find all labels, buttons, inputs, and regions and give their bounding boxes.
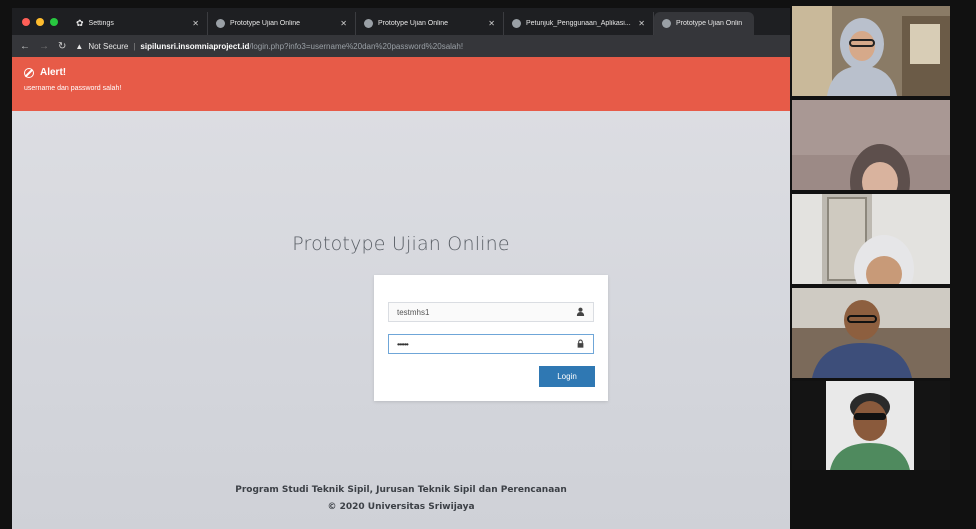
tab-title: Prototype Ujian Online bbox=[230, 20, 301, 27]
forward-arrow-icon[interactable]: → bbox=[39, 41, 49, 52]
close-icon[interactable]: ✕ bbox=[192, 19, 199, 28]
globe-icon bbox=[364, 19, 373, 28]
login-card: testmhs1 •••••• Login bbox=[374, 275, 608, 401]
window-controls bbox=[12, 18, 68, 35]
app-title: Prototype Ujian Online bbox=[292, 233, 510, 255]
password-value[interactable]: •••••• bbox=[397, 340, 576, 349]
login-button[interactable]: Login bbox=[539, 366, 595, 387]
tab-title: Prototype Ujian Onlin bbox=[676, 20, 743, 27]
tab-strip: ✿ Settings ✕ Prototype Ujian Online ✕ Pr… bbox=[12, 8, 790, 35]
tab-title: Settings bbox=[88, 20, 114, 27]
password-field[interactable]: •••••• bbox=[388, 334, 594, 354]
url-path[interactable]: /login.php?info3=username%20dan%20passwo… bbox=[249, 42, 463, 51]
username-value[interactable]: testmhs1 bbox=[397, 308, 576, 317]
error-alert: Alert! username dan password salah! bbox=[12, 57, 790, 111]
login-page: Prototype Ujian Online testmhs1 •••••• L… bbox=[12, 111, 790, 529]
close-icon[interactable]: ✕ bbox=[488, 19, 495, 28]
video-participant-2 bbox=[792, 100, 950, 190]
address-bar[interactable]: ▲ Not Secure | sipilunsri.insomniaprojec… bbox=[75, 42, 463, 51]
video-participant-1 bbox=[792, 6, 950, 96]
page-footer: Program Studi Teknik Sipil, Jurusan Tekn… bbox=[12, 482, 790, 516]
reload-icon[interactable]: ↻ bbox=[58, 41, 66, 52]
alert-title: Alert! bbox=[40, 67, 67, 78]
browser-window: ✿ Settings ✕ Prototype Ujian Online ✕ Pr… bbox=[12, 8, 790, 529]
lock-icon bbox=[576, 339, 585, 350]
globe-icon bbox=[512, 19, 521, 28]
username-field[interactable]: testmhs1 bbox=[388, 302, 594, 322]
tab-petunjuk[interactable]: Petunjuk_Penggunaan_Aplikasi... ✕ bbox=[504, 12, 654, 35]
security-label[interactable]: Not Secure bbox=[88, 42, 128, 51]
tab-prototype-1[interactable]: Prototype Ujian Online ✕ bbox=[208, 12, 356, 35]
minimize-window-button[interactable] bbox=[36, 18, 44, 26]
tab-prototype-active[interactable]: Prototype Ujian Onlin bbox=[654, 12, 754, 35]
globe-icon bbox=[216, 19, 225, 28]
gear-icon: ✿ bbox=[76, 18, 84, 28]
alert-message: username dan password salah! bbox=[24, 85, 122, 92]
tab-settings[interactable]: ✿ Settings ✕ bbox=[68, 12, 208, 35]
footer-line-1: Program Studi Teknik Sipil, Jurusan Tekn… bbox=[235, 485, 567, 495]
warning-icon[interactable]: ▲ bbox=[75, 42, 83, 51]
tab-prototype-2[interactable]: Prototype Ujian Online ✕ bbox=[356, 12, 504, 35]
address-toolbar: ← → ↻ ▲ Not Secure | sipilunsri.insomnia… bbox=[12, 35, 790, 57]
url-divider: | bbox=[133, 41, 136, 51]
video-participant-5 bbox=[792, 381, 950, 470]
maximize-window-button[interactable] bbox=[50, 18, 58, 26]
globe-icon bbox=[662, 19, 671, 28]
footer-line-2: © 2020 Universitas Sriwijaya bbox=[327, 502, 475, 512]
ban-icon bbox=[24, 67, 34, 78]
close-window-button[interactable] bbox=[22, 18, 30, 26]
tab-title: Prototype Ujian Online bbox=[378, 20, 449, 27]
back-arrow-icon[interactable]: ← bbox=[20, 41, 30, 52]
tab-title: Petunjuk_Penggunaan_Aplikasi... bbox=[526, 20, 631, 27]
url-host[interactable]: sipilunsri.insomniaproject.id bbox=[140, 42, 249, 51]
close-icon[interactable]: ✕ bbox=[638, 19, 645, 28]
video-participant-3 bbox=[792, 194, 950, 284]
video-participant-4 bbox=[792, 288, 950, 378]
user-icon bbox=[576, 307, 585, 318]
close-icon[interactable]: ✕ bbox=[340, 19, 347, 28]
